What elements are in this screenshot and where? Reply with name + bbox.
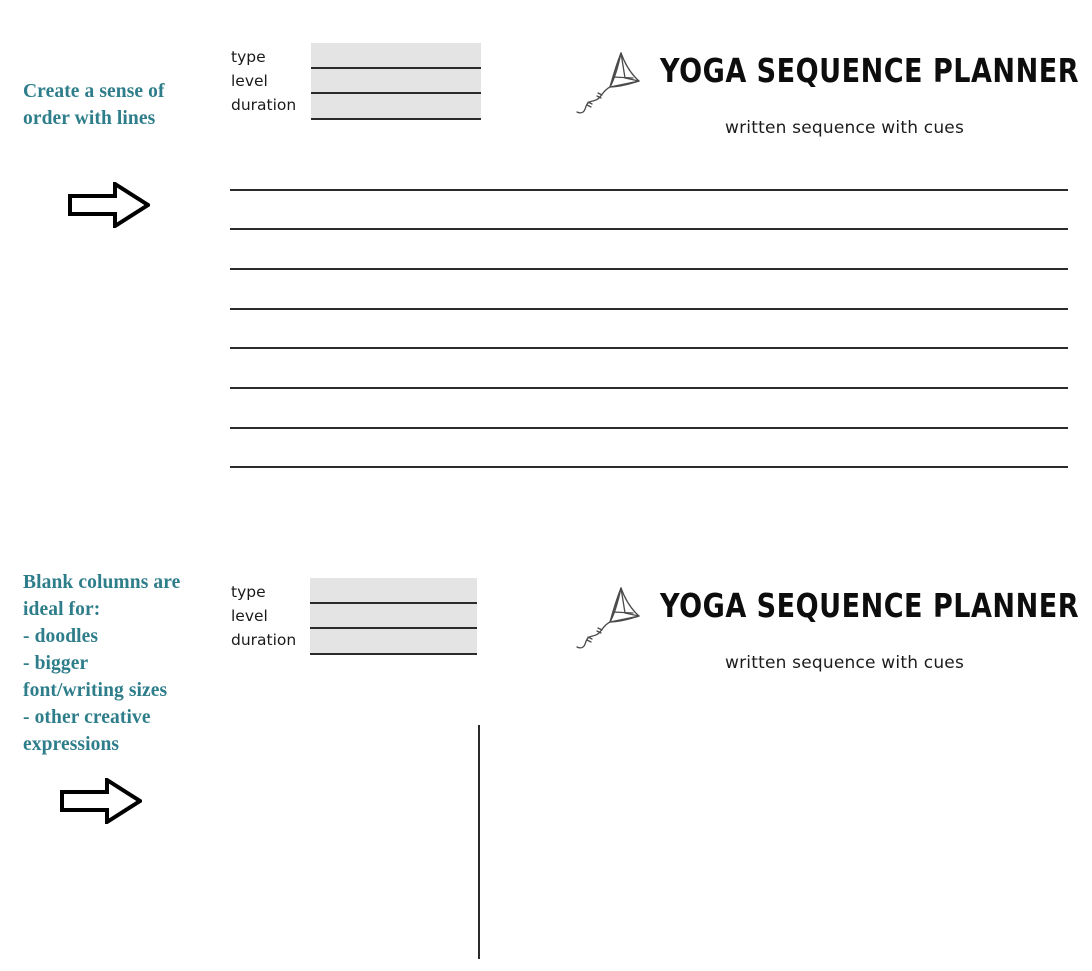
label-level: level — [231, 72, 268, 91]
arrow-right-outline-icon — [68, 182, 150, 228]
kite-icon — [575, 48, 653, 118]
arrow-right-outline-icon — [60, 778, 142, 824]
writing-line[interactable] — [230, 347, 1068, 349]
sequence-meta-labels: type level duration — [231, 580, 296, 653]
planner-title: YOGA SEQUENCE PLANNER — [660, 586, 1080, 625]
annotation-line: order with lines — [23, 108, 156, 129]
column-divider-line[interactable] — [478, 725, 480, 959]
annotation-line: expressions — [23, 734, 120, 755]
annotation-line: - bigger — [23, 653, 89, 674]
field-level[interactable] — [310, 604, 477, 629]
kite-icon — [575, 583, 653, 653]
annotation-line: - doodles — [23, 626, 99, 647]
planner-subtitle: written sequence with cues — [725, 118, 965, 138]
writing-line[interactable] — [230, 387, 1068, 389]
sequence-meta-labels: type level duration — [231, 45, 296, 118]
label-duration: duration — [231, 96, 297, 115]
annotation-line: - other creative — [23, 707, 151, 728]
label-level: level — [231, 607, 268, 626]
annotation-line: Create a sense of — [23, 81, 165, 102]
field-duration[interactable] — [310, 629, 477, 655]
field-type[interactable] — [310, 578, 477, 604]
writing-line[interactable] — [230, 308, 1068, 310]
field-type[interactable] — [311, 43, 481, 69]
annotation-line: ideal for: — [23, 599, 101, 620]
annotation-line: font/writing sizes — [23, 680, 168, 701]
writing-line[interactable] — [230, 189, 1068, 191]
sequence-meta-fields — [311, 43, 481, 120]
annotation-line: Blank columns are — [23, 572, 181, 593]
writing-line[interactable] — [230, 228, 1068, 230]
annotation-blank-column-variant: Blank columns are ideal for: - doodles -… — [23, 569, 233, 758]
writing-line[interactable] — [230, 268, 1068, 270]
sequence-meta-fields — [310, 578, 477, 655]
writing-line[interactable] — [230, 466, 1068, 468]
planner-subtitle: written sequence with cues — [725, 653, 965, 673]
field-level[interactable] — [311, 69, 481, 94]
writing-line[interactable] — [230, 427, 1068, 429]
field-duration[interactable] — [311, 94, 481, 120]
label-duration: duration — [231, 631, 297, 650]
label-type: type — [231, 583, 266, 601]
planner-title: YOGA SEQUENCE PLANNER — [660, 51, 1080, 90]
label-type: type — [231, 48, 266, 66]
annotation-lined-variant: Create a sense of order with lines — [23, 78, 228, 132]
